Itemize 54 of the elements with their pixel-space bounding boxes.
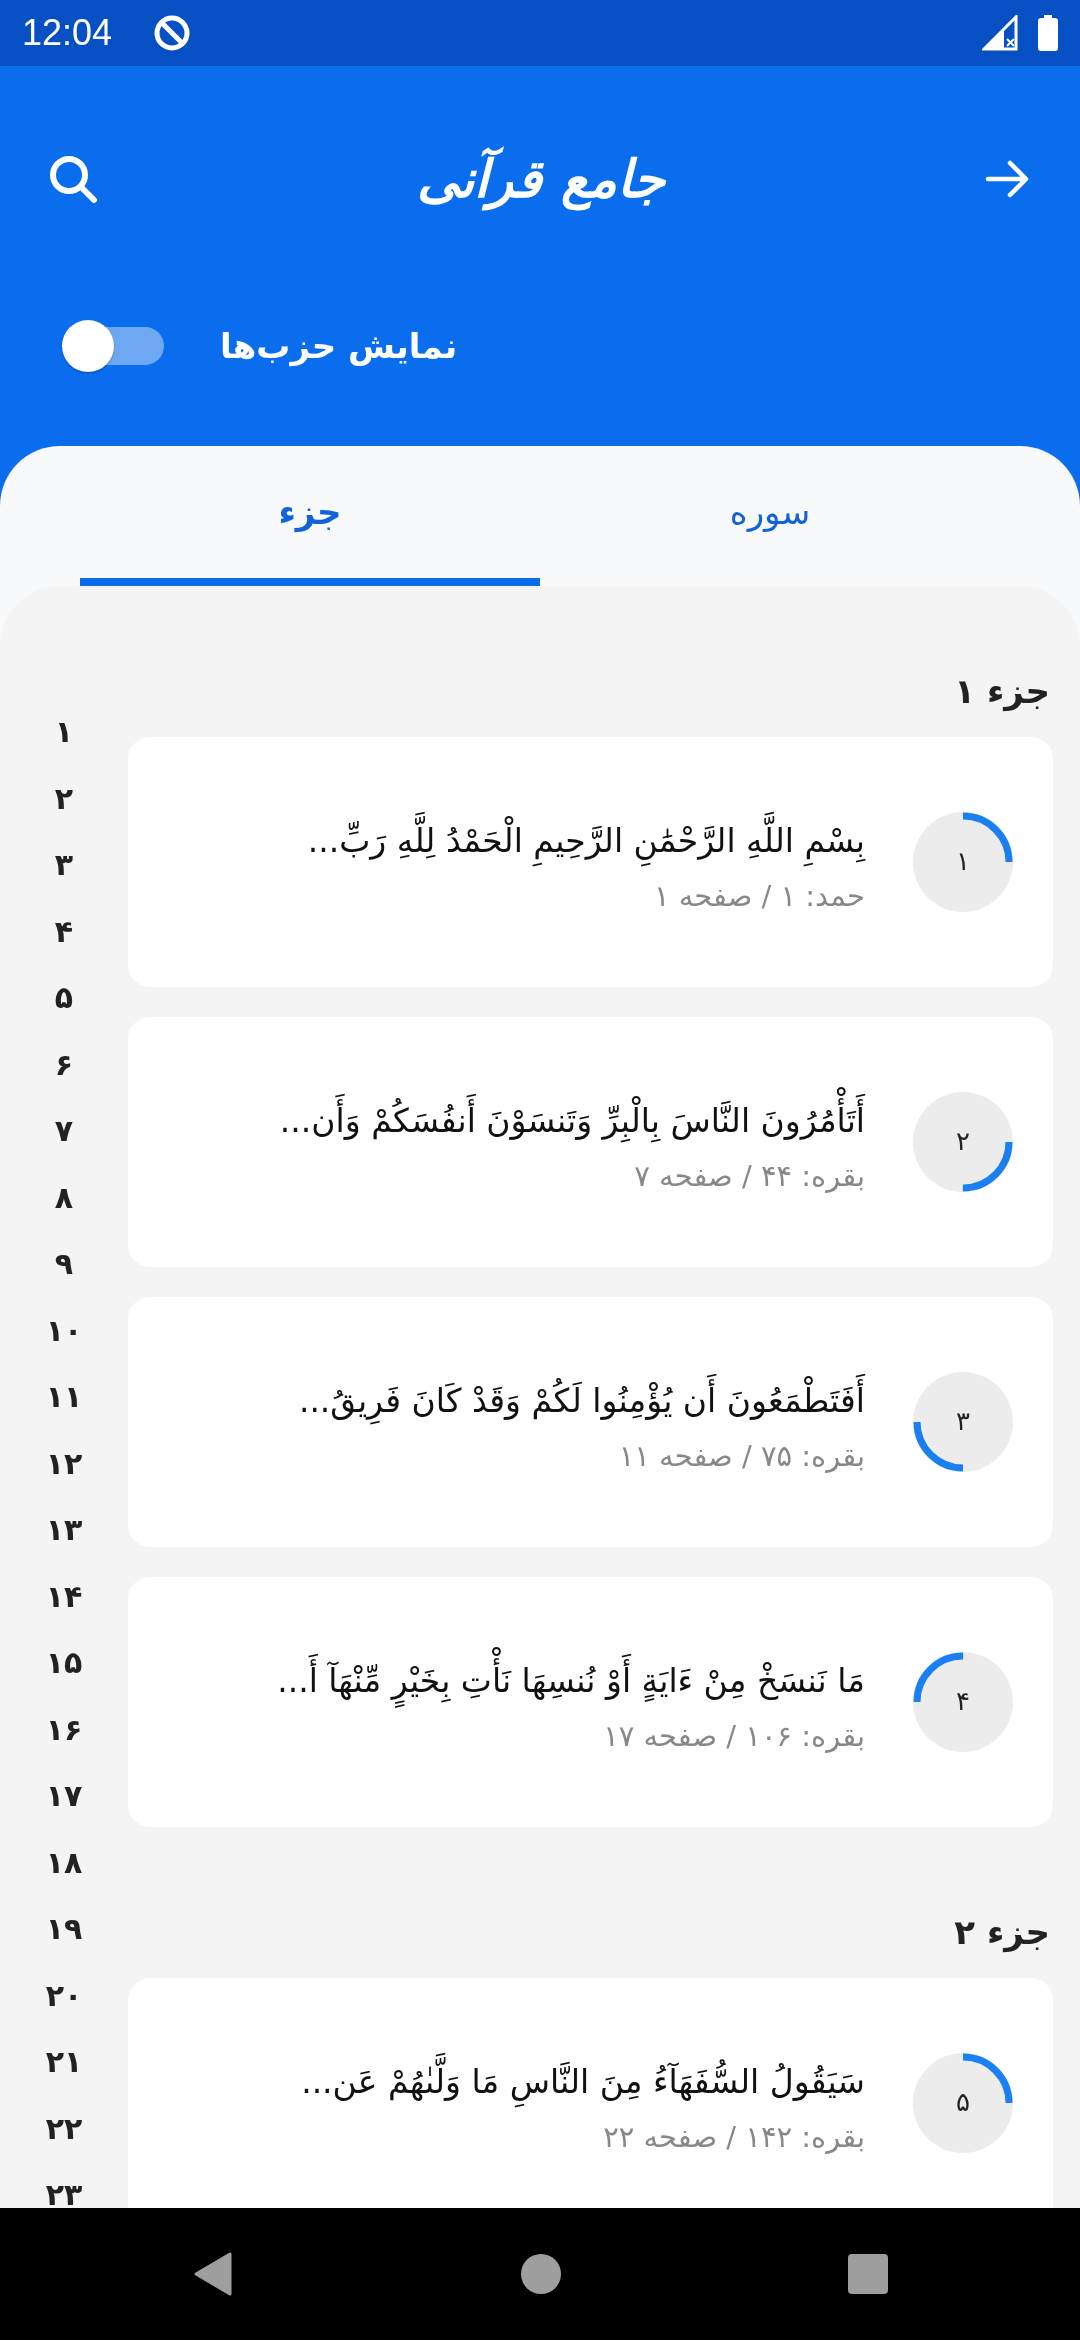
ayah-text: أَتَأْمُرُونَ النَّاسَ بِالْبِرِّ وَتَنسَوْنَ أَنفُسَكُمْ وَأَن... — [279, 1085, 865, 1155]
section-title: جزء ۲ — [953, 1911, 1051, 1955]
home-nav-icon[interactable] — [521, 2254, 561, 2294]
tab[interactable]: سوره — [540, 446, 1000, 586]
index-number[interactable]: ۲۲ — [0, 2105, 128, 2150]
ayah-text: سَيَقُولُ السُّفَهَآءُ مِنَ النَّاسِ مَا وَلَّىٰهُمْ عَن... — [301, 2046, 865, 2116]
search-icon — [48, 153, 98, 204]
index-number[interactable]: ۱۰ — [0, 1307, 128, 1352]
index-number[interactable]: ۴ — [0, 908, 128, 953]
index-number[interactable]: ۱۷ — [0, 1773, 128, 1818]
recents-nav-icon[interactable] — [848, 2254, 889, 2294]
index-number[interactable]: ۱۶ — [0, 1706, 128, 1751]
ayah-reference: بقره: ۱۰۶ / صفحه ۱۷ — [602, 1717, 865, 1755]
ayah-reference: حمد: ۱ / صفحه ۱ — [652, 877, 865, 915]
juz-card[interactable]: ۱ بِسْمِ اللَّهِ الرَّحْمَٰنِ الرَّحِيمِ الْحَمْدُ لِلَّهِ رَبِّ... حمد: ۱ / صفحه ۱ — [128, 737, 1053, 987]
app-logo: جامع قرآنی — [417, 145, 665, 213]
index-number[interactable]: ۵ — [0, 975, 128, 1020]
index-number[interactable]: ۸ — [0, 1174, 128, 1219]
juz-number: ۴ — [956, 1686, 970, 1718]
index-number[interactable]: ۱۳ — [0, 1507, 128, 1552]
juz-card[interactable]: ۴ مَا نَنسَخْ مِنْ ءَايَةٍ أَوْ نُنسِهَا نَأْتِ بِخَيْرٍ مِّنْهَآ أَ... بقره: ۱۰۶ / صفحه ۱۷ — [128, 1577, 1053, 1827]
juz-card[interactable]: ۵ سَيَقُولُ السُّفَهَآءُ مِنَ النَّاسِ مَا وَلَّىٰهُمْ عَن... بقره: ۱۴۲ / صفحه ۲۲ — [128, 1978, 1053, 2208]
ayah-text: مَا نَنسَخْ مِنْ ءَايَةٍ أَوْ نُنسِهَا نَأْتِ بِخَيْرٍ مِّنْهَآ أَ... — [277, 1645, 865, 1715]
battery-icon — [1038, 15, 1058, 51]
ayah-text: أَفَتَطْمَعُونَ أَن يُؤْمِنُوا لَكُمْ وَقَدْ كَانَ فَرِيقُ... — [298, 1365, 865, 1435]
index-number[interactable]: ۷ — [0, 1108, 128, 1153]
index-number[interactable]: ۱۸ — [0, 1839, 128, 1884]
section-title: جزء ۱ — [953, 670, 1051, 714]
index-number[interactable]: ۱۵ — [0, 1640, 128, 1685]
juz-card[interactable]: ۳ أَفَتَطْمَعُونَ أَن يُؤْمِنُوا لَكُمْ وَقَدْ كَانَ فَرِيقُ... بقره: ۷۵ / صفحه ۱۱ — [128, 1297, 1053, 1547]
index-number[interactable]: ۱۹ — [0, 1906, 128, 1951]
juz-number: ۱ — [956, 846, 970, 878]
index-number[interactable]: ۲۱ — [0, 2039, 128, 2084]
juz-number: ۳ — [956, 1406, 970, 1438]
index-number[interactable]: ۹ — [0, 1241, 128, 1286]
ayah-reference: بقره: ۴۴ / صفحه ۷ — [633, 1157, 865, 1195]
index-number[interactable]: ۳ — [0, 842, 128, 887]
ayah-reference: بقره: ۷۵ / صفحه ۱۱ — [617, 1437, 865, 1475]
ayah-text: بِسْمِ اللَّهِ الرَّحْمَٰنِ الرَّحِيمِ الْحَمْدُ لِلَّهِ رَبِّ... — [307, 805, 865, 875]
juz-number: ۵ — [956, 2087, 970, 2119]
index-number[interactable]: ۶ — [0, 1041, 128, 1086]
index-number[interactable]: ۲۰ — [0, 1972, 128, 2017]
signal-icon — [982, 15, 1018, 51]
toggle-label: نمایش حزب‌ها — [220, 324, 458, 369]
index-number[interactable]: ۱۴ — [0, 1573, 128, 1618]
juz-card[interactable]: ۲ أَتَأْمُرُونَ النَّاسَ بِالْبِرِّ وَتَنسَوْنَ أَنفُسَكُمْ وَأَن... بقره: ۴۴ / صفحه ۷ — [128, 1017, 1053, 1267]
index-number[interactable]: ۲۳ — [0, 2172, 128, 2208]
index-number[interactable]: ۱ — [0, 709, 128, 754]
index-number[interactable]: ۱۲ — [0, 1440, 128, 1485]
juz-number: ۲ — [956, 1126, 970, 1158]
status-time: 12:04 — [22, 11, 113, 55]
index-number[interactable]: ۱۱ — [0, 1374, 128, 1419]
ayah-reference: بقره: ۱۴۲ / صفحه ۲۲ — [602, 2118, 865, 2156]
index-number[interactable]: ۲ — [0, 775, 128, 820]
